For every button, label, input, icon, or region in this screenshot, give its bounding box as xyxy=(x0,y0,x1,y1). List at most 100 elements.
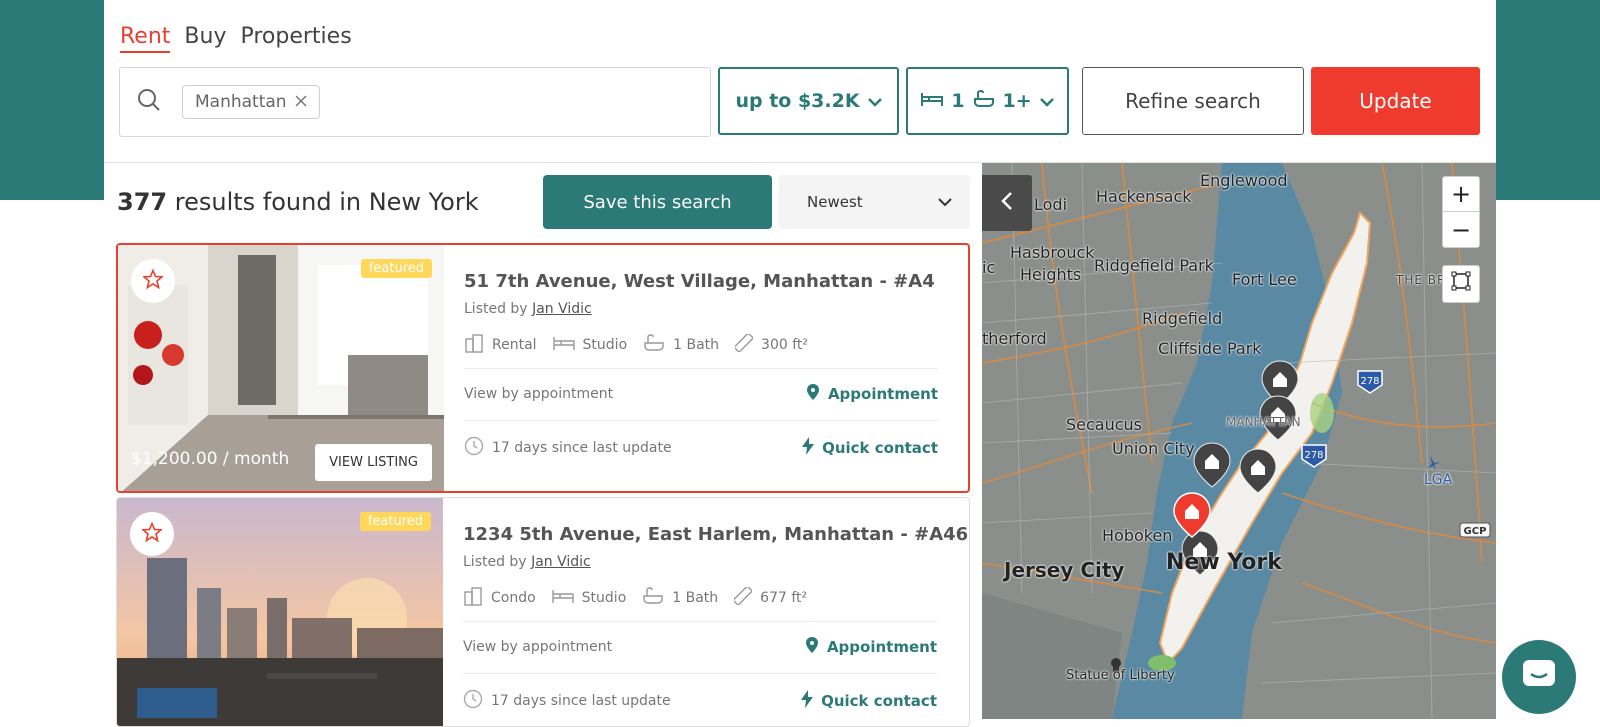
map-label-union-city: Union City xyxy=(1112,439,1195,458)
quick-contact-button[interactable]: Quick contact xyxy=(802,437,938,459)
location-search-input[interactable]: Manhattan xyxy=(119,67,711,137)
chevron-down-icon xyxy=(1039,90,1054,112)
draw-area-button[interactable] xyxy=(1442,265,1480,303)
listing-card[interactable]: featured 1234 5th Avenue, East Harlem, M… xyxy=(116,497,970,727)
listing-info: 1234 5th Avenue, East Harlem, Manhattan … xyxy=(463,498,968,726)
property-type: Rental xyxy=(492,337,537,353)
rooms-filter-dropdown[interactable]: 1 1+ xyxy=(906,67,1069,135)
gcp-label: GCP xyxy=(1464,526,1487,537)
highway-278-label: 278 xyxy=(1304,450,1323,461)
viewing-info: View by appointment xyxy=(464,386,614,402)
update-info: 17 days since last update xyxy=(463,689,671,713)
search-icon xyxy=(136,87,162,117)
lightning-icon xyxy=(802,437,815,459)
map-label-jersey-city: Jersey City xyxy=(1004,558,1125,582)
favorite-button[interactable] xyxy=(131,259,175,303)
listing-address[interactable]: 1234 5th Avenue, East Harlem, Manhattan … xyxy=(463,524,968,545)
star-icon xyxy=(140,521,164,546)
listing-features: Condo Studio 1 Bath 677 ft² xyxy=(463,585,808,610)
map-label-new-york: New York xyxy=(1166,550,1282,575)
location-pin-icon xyxy=(805,636,819,658)
mode-tabs: Rent Buy Properties xyxy=(120,24,352,53)
contact-row: 17 days since last update Quick contact xyxy=(464,436,938,460)
featured-badge: featured xyxy=(360,259,432,278)
appointment-label: Appointment xyxy=(827,385,938,403)
listed-by: Listed by Jan Vidic xyxy=(463,554,591,570)
area-info: 300 ft² xyxy=(761,337,809,353)
bath-icon xyxy=(973,89,995,113)
bed-icon xyxy=(552,335,575,355)
listing-address[interactable]: 51 7th Avenue, West Village, Manhattan -… xyxy=(464,271,935,292)
map-label-lga: LGA xyxy=(1424,472,1453,488)
baths-info: 1 Bath xyxy=(672,590,719,606)
favorite-button[interactable] xyxy=(130,512,174,556)
chat-icon xyxy=(1521,658,1557,696)
chevron-down-icon xyxy=(938,193,952,211)
listed-by-prefix: Listed by xyxy=(463,554,527,570)
quick-contact-button[interactable]: Quick contact xyxy=(801,690,937,712)
results-text: results found in New York xyxy=(174,188,479,216)
listing-photo[interactable]: featured $1,200.00 / month VIEW LISTING xyxy=(118,245,444,491)
map-label-hasbrouck: Hasbrouck xyxy=(1010,243,1095,262)
bath-icon xyxy=(643,334,665,356)
bath-icon xyxy=(642,587,664,609)
appointment-button[interactable]: Appointment xyxy=(805,636,937,658)
baths-count: 1+ xyxy=(1002,90,1032,112)
zoom-out-button[interactable]: − xyxy=(1442,212,1480,248)
listing-photo[interactable]: featured xyxy=(117,498,443,726)
quick-contact-label: Quick contact xyxy=(822,439,938,457)
map-label-cliffside-park: Cliffside Park xyxy=(1158,339,1262,358)
beds-info: Studio xyxy=(581,590,627,606)
agent-link[interactable]: Jan Vidic xyxy=(531,554,591,570)
listing-price: $1,200.00 / month xyxy=(131,449,290,469)
map-label-hoboken: Hoboken xyxy=(1102,526,1173,545)
divider xyxy=(463,673,937,674)
map-label-manhattan: MANHATTAN xyxy=(1226,415,1301,429)
beds-count: 1 xyxy=(951,90,965,112)
collapse-map-button[interactable] xyxy=(982,175,1032,231)
draw-polygon-icon xyxy=(1450,270,1472,298)
appointment-button[interactable]: Appointment xyxy=(806,383,938,405)
building-icon xyxy=(463,586,483,610)
listing-card[interactable]: featured $1,200.00 / month VIEW LISTING … xyxy=(116,243,970,493)
save-search-button[interactable]: Save this search xyxy=(543,175,772,229)
tab-buy[interactable]: Buy xyxy=(184,24,226,53)
map-label-fort-lee: Fort Lee xyxy=(1232,270,1297,289)
map-view[interactable]: 278 278 GCP Englewood Hackensack Lodi Ha… xyxy=(982,163,1496,719)
ruler-icon xyxy=(732,585,754,609)
lightning-icon xyxy=(801,690,814,712)
tab-properties[interactable]: Properties xyxy=(240,24,351,53)
updated-text: 17 days since last update xyxy=(492,440,672,456)
tab-rent[interactable]: Rent xyxy=(120,24,171,53)
bed-icon xyxy=(551,588,574,608)
remove-chip-icon[interactable] xyxy=(295,92,307,112)
appointment-row: View by appointment Appointment xyxy=(463,636,937,658)
viewing-info: View by appointment xyxy=(463,639,613,655)
clock-icon xyxy=(464,436,484,460)
star-icon xyxy=(141,268,165,293)
view-listing-button[interactable]: VIEW LISTING xyxy=(315,444,432,481)
zoom-in-button[interactable]: + xyxy=(1442,176,1480,212)
location-chip: Manhattan xyxy=(182,85,320,119)
map-label-statue-of-liberty: Statue of Liberty xyxy=(1066,668,1175,683)
divider xyxy=(463,621,937,622)
area-info: 677 ft² xyxy=(760,590,808,606)
listed-by-prefix: Listed by xyxy=(464,301,528,317)
price-filter-label: up to $3.2K xyxy=(735,90,860,112)
agent-link[interactable]: Jan Vidic xyxy=(532,301,592,317)
sort-dropdown[interactable]: Newest xyxy=(779,175,970,229)
search-panel: Rent Buy Properties Manhattan up to $3.2… xyxy=(104,0,1496,727)
results-count: 377 xyxy=(117,188,168,216)
listing-info: 51 7th Avenue, West Village, Manhattan -… xyxy=(464,245,954,491)
map-label-lodi: Lodi xyxy=(1034,195,1068,214)
highway-278-label: 278 xyxy=(1360,376,1379,387)
map-label-hackensack: Hackensack xyxy=(1096,187,1192,206)
chevron-left-icon xyxy=(1000,191,1014,215)
map-label-heights: Heights xyxy=(1020,265,1082,284)
refine-search-button[interactable]: Refine search xyxy=(1082,67,1304,135)
chat-launcher-button[interactable] xyxy=(1502,640,1576,714)
featured-badge: featured xyxy=(359,512,431,531)
update-button[interactable]: Update xyxy=(1311,67,1480,135)
contact-row: 17 days since last update Quick contact xyxy=(463,689,937,713)
price-filter-dropdown[interactable]: up to $3.2K xyxy=(718,67,899,135)
